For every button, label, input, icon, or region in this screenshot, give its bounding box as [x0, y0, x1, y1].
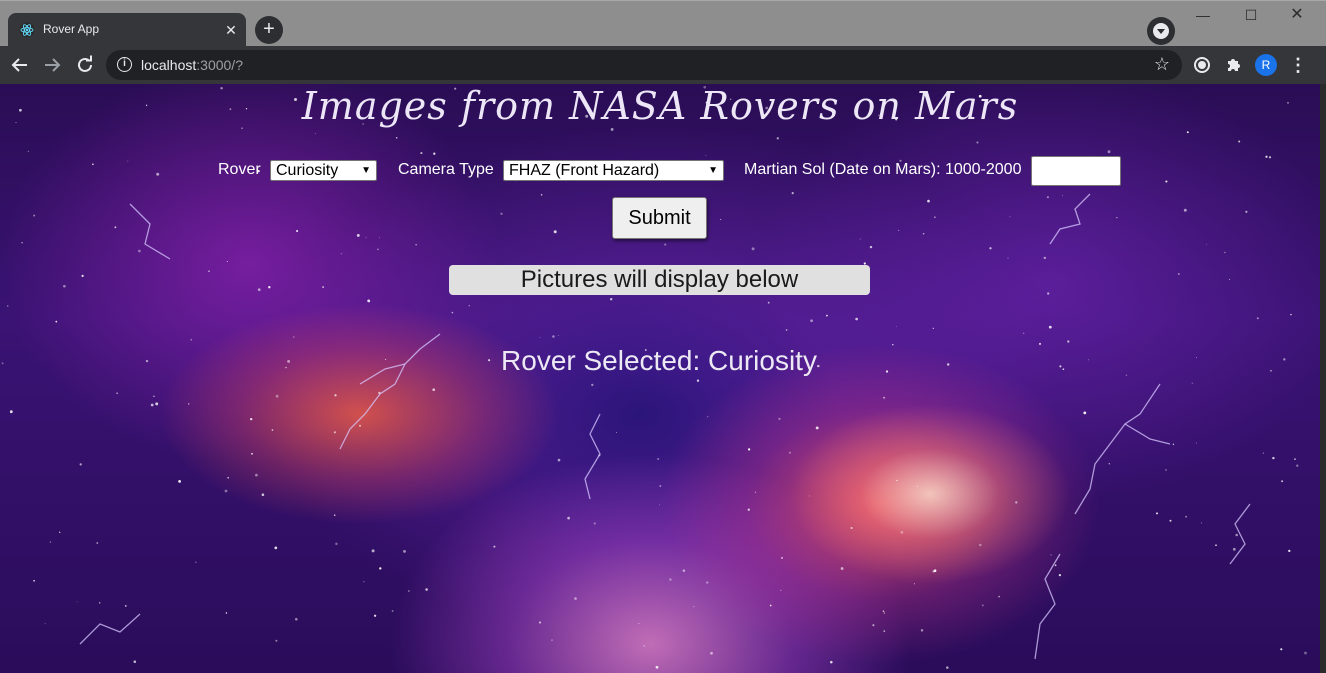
- record-extension-icon[interactable]: [1192, 55, 1212, 75]
- more-vert-icon[interactable]: ⋮: [1288, 54, 1308, 76]
- sol-input[interactable]: [1031, 156, 1121, 186]
- info-icon[interactable]: i: [117, 57, 132, 72]
- camera-type-label: Camera Type: [398, 161, 494, 178]
- page-viewport: Images from NASA Rovers on Mars Rover Cu…: [0, 84, 1320, 673]
- submit-button[interactable]: Submit: [612, 197, 707, 239]
- forward-arrow-icon[interactable]: [38, 51, 66, 79]
- page-scrollbar[interactable]: [1320, 84, 1326, 673]
- rover-selected-text: Rover Selected: Curiosity: [501, 345, 817, 376]
- minimize-icon[interactable]: ―: [1180, 4, 1226, 28]
- tab-title: Rover App: [43, 22, 100, 36]
- tab-close-icon[interactable]: ✕: [222, 21, 240, 39]
- rover-label: Rover: [218, 161, 261, 178]
- profile-avatar[interactable]: R: [1255, 54, 1277, 76]
- maximize-icon[interactable]: ☐: [1228, 4, 1274, 28]
- rover-select[interactable]: Curiosity ▼: [270, 160, 377, 181]
- reload-icon[interactable]: [71, 51, 99, 79]
- url-text[interactable]: localhost:3000/?: [141, 57, 243, 73]
- browser-tabstrip: Rover App ✕ + ― ☐ ✕: [0, 0, 1326, 47]
- tabstrip-edge: [0, 0, 1326, 1]
- rover-selected-value: Curiosity: [708, 345, 817, 376]
- bookmark-star-icon[interactable]: ☆: [1154, 54, 1170, 75]
- sol-label: Martian Sol (Date on Mars): 1000-2000: [744, 161, 1022, 178]
- address-bar[interactable]: i localhost:3000/? ☆: [106, 50, 1182, 80]
- puzzle-icon[interactable]: [1224, 55, 1244, 75]
- chevron-down-icon: [1157, 29, 1165, 34]
- window-close-icon[interactable]: ✕: [1274, 4, 1320, 28]
- browser-toolbar: i localhost:3000/? ☆ R ⋮: [0, 46, 1326, 84]
- tab-search-button[interactable]: [1147, 17, 1175, 45]
- browser-tab-active[interactable]: Rover App ✕: [8, 13, 246, 47]
- search-form: Rover Curiosity ▼ Camera Type FHAZ (Fron…: [0, 156, 1320, 186]
- camera-type-select[interactable]: FHAZ (Front Hazard) ▼: [503, 160, 724, 181]
- new-tab-button[interactable]: +: [255, 16, 283, 44]
- chevron-down-icon: ▼: [708, 165, 718, 176]
- back-arrow-icon[interactable]: [6, 51, 34, 79]
- chevron-down-icon: ▼: [361, 165, 371, 176]
- pictures-banner: Pictures will display below: [449, 265, 870, 295]
- react-favicon-icon: [19, 22, 35, 38]
- page-title: Images from NASA Rovers on Mars: [301, 84, 1019, 128]
